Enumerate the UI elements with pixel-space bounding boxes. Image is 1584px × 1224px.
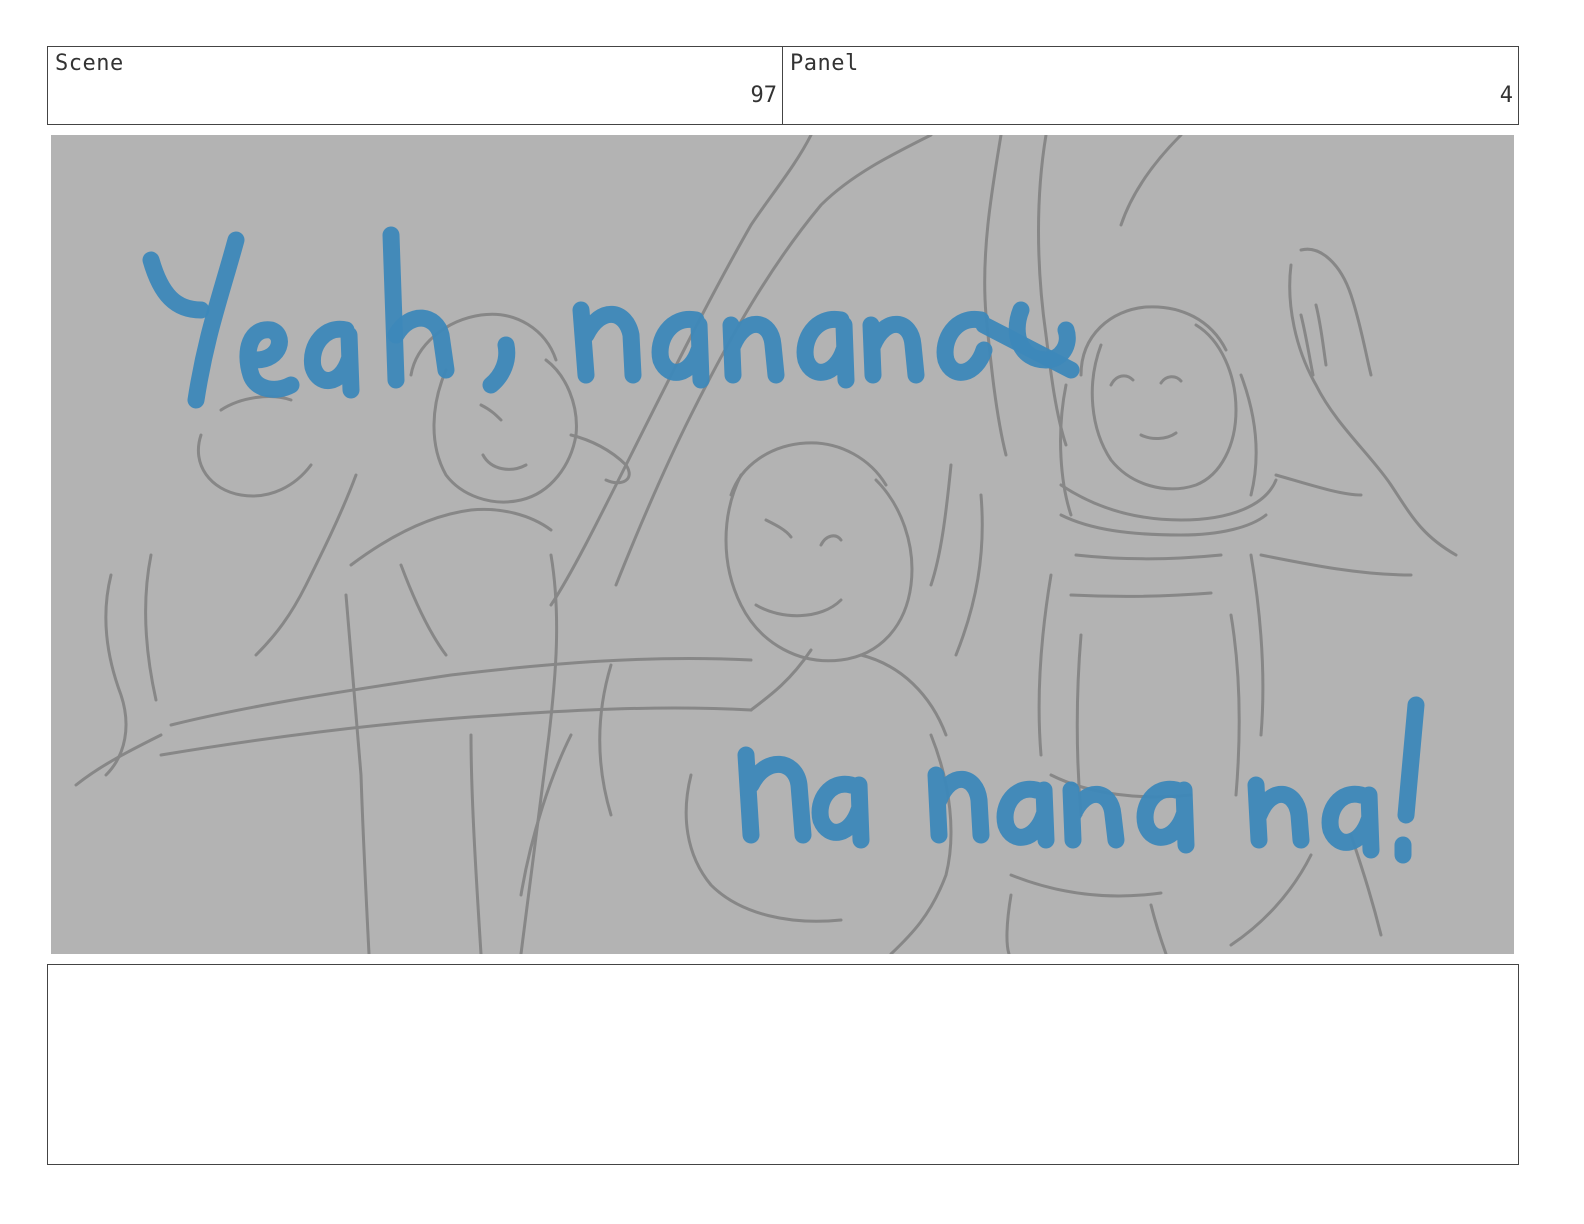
lyric-lettering (142, 226, 1425, 864)
panel-label: Panel (790, 51, 859, 76)
scene-label: Scene (55, 51, 124, 76)
sketch-lines (74, 135, 1458, 954)
scene-number: 97 (750, 83, 778, 108)
notes-box[interactable] (47, 964, 1519, 1165)
scene-cell: Scene 97 (48, 47, 783, 124)
sketch-drawing (74, 135, 1458, 954)
panel-cell: Panel 4 (783, 47, 1518, 124)
storyboard-header: Scene 97 Panel 4 (47, 46, 1519, 125)
storyboard-frame (51, 135, 1514, 954)
panel-number: 4 (1499, 83, 1513, 108)
